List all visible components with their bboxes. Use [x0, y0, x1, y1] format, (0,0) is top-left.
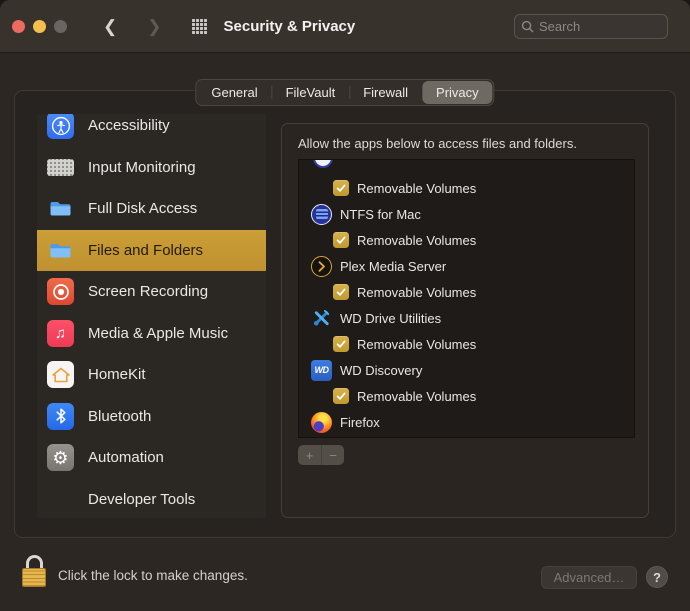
tab-privacy[interactable]: Privacy [422, 81, 493, 104]
app-row-wd-discovery[interactable]: WD WD Discovery [299, 357, 634, 383]
app-name: Plex Media Server [340, 258, 447, 274]
sidebar-item-label: Media & Apple Music [88, 324, 229, 342]
sidebar-item-files-and-folders[interactable]: Files and Folders [37, 229, 266, 271]
tab-filevault[interactable]: FileVault [271, 81, 350, 104]
search-icon [521, 20, 534, 33]
sidebar-item-input-monitoring[interactable]: Input Monitoring [37, 147, 266, 189]
app-name: Firefox [340, 414, 380, 430]
app-name: NTFS for Mac [340, 206, 421, 222]
app-row-ntfs-for-mac[interactable]: NTFS for Mac [299, 201, 634, 227]
folder-icon [47, 237, 74, 264]
wd-drive-utilities-icon [311, 308, 332, 329]
minimize-button[interactable] [33, 19, 46, 33]
permission-row: Removable Volumes [299, 383, 634, 409]
bluetooth-icon [47, 402, 74, 430]
app-name: WD Discovery [340, 362, 423, 378]
sidebar-item-label: Automation [88, 449, 164, 467]
zoom-button-disabled [54, 19, 67, 33]
add-remove-group: + − [298, 445, 344, 465]
add-app-button[interactable]: + [298, 445, 321, 465]
permission-checkbox[interactable] [333, 388, 349, 404]
search-input[interactable]: Search [514, 14, 668, 39]
help-button[interactable]: ? [646, 566, 668, 588]
permission-checkbox[interactable] [333, 180, 349, 196]
plex-icon [311, 255, 332, 277]
check-icon [336, 236, 346, 244]
tab-general[interactable]: General [197, 81, 271, 104]
lock-body [22, 568, 46, 587]
wd-discovery-icon: WD [311, 359, 332, 381]
sidebar-item-developer-tools[interactable]: Developer Tools [37, 479, 266, 519]
permission-row: Removable Volumes [299, 279, 634, 305]
accessibility-icon [47, 114, 74, 140]
window-title: Security & Privacy [223, 17, 356, 35]
sidebar-item-label: Developer Tools [88, 490, 196, 508]
titlebar: ❮ ❯ Security & Privacy Search [0, 0, 690, 53]
search-placeholder: Search [539, 19, 581, 34]
sidebar-item-bluetooth[interactable]: Bluetooth [37, 396, 266, 438]
files-folders-panel: Allow the apps below to access files and… [281, 123, 649, 518]
keyboard-icon [47, 154, 74, 181]
permission-label: Removable Volumes [357, 284, 477, 300]
sidebar-item-media-apple-music[interactable]: ♫ Media & Apple Music [37, 313, 266, 355]
show-all-grid-icon[interactable] [191, 19, 210, 34]
permission-label: Removable Volumes [357, 180, 477, 196]
home-icon [47, 361, 74, 389]
tab-firewall[interactable]: Firewall [349, 81, 422, 104]
sidebar-item-automation[interactable]: ⚙ Automation [37, 437, 266, 479]
permission-row: Removable Volumes [299, 227, 634, 253]
clipped-app-icon [313, 160, 333, 168]
app-row-wd-drive-utilities[interactable]: WD Drive Utilities [299, 305, 634, 331]
check-icon [336, 392, 346, 400]
music-note-icon: ♫ [47, 319, 74, 347]
folder-icon [47, 195, 74, 222]
permission-row: Removable Volumes [299, 331, 634, 357]
app-name: WD Drive Utilities [340, 310, 442, 326]
permission-label: Removable Volumes [357, 336, 477, 352]
gear-icon: ⚙ [47, 444, 74, 472]
ntfs-disk-icon [311, 203, 332, 225]
permission-row: Removable Volumes [299, 175, 634, 201]
forward-button: ❯ [147, 16, 162, 36]
app-row-firefox[interactable]: Firefox [299, 409, 634, 435]
tab-bar: General FileVault Firewall Privacy [195, 79, 495, 106]
sidebar-item-label: Files and Folders [88, 241, 204, 259]
sidebar-item-screen-recording[interactable]: Screen Recording [37, 271, 266, 313]
remove-app-button[interactable]: − [321, 445, 344, 465]
close-button[interactable] [12, 19, 25, 33]
check-icon [336, 340, 346, 348]
clipped-app-row [299, 160, 634, 175]
sidebar-item-label: Screen Recording [88, 283, 209, 301]
screen-recording-icon [47, 278, 74, 306]
back-button[interactable]: ❮ [95, 14, 125, 39]
sidebar-item-label: Full Disk Access [88, 200, 198, 218]
sidebar-item-homekit[interactable]: HomeKit [37, 354, 266, 396]
permission-label: Removable Volumes [357, 232, 477, 248]
permission-checkbox[interactable] [333, 336, 349, 352]
permission-checkbox[interactable] [333, 284, 349, 300]
lock-hint-text: Click the lock to make changes. [58, 568, 248, 583]
panel-header: Allow the apps below to access files and… [298, 136, 577, 151]
sidebar-item-label: Bluetooth [88, 407, 152, 425]
sidebar-item-label: Input Monitoring [88, 158, 196, 176]
content-box: Accessibility Input Monitoring Full Disk… [14, 90, 676, 538]
permission-label: Removable Volumes [357, 388, 477, 404]
advanced-button[interactable]: Advanced… [541, 566, 637, 589]
app-permission-list[interactable]: Removable Volumes NTFS for Mac Removable… [298, 159, 635, 438]
sidebar-item-full-disk-access[interactable]: Full Disk Access [37, 188, 266, 230]
sidebar-item-label: HomeKit [88, 366, 146, 384]
privacy-sidebar: Accessibility Input Monitoring Full Disk… [37, 114, 266, 518]
permission-checkbox[interactable] [333, 232, 349, 248]
sidebar-item-accessibility[interactable]: Accessibility [37, 114, 266, 147]
traffic-lights [12, 19, 67, 33]
check-icon [336, 288, 346, 296]
lock-icon[interactable] [22, 555, 46, 590]
check-icon [336, 184, 346, 192]
footer: Click the lock to make changes. Advanced… [0, 537, 690, 611]
app-row-plex-media-server[interactable]: Plex Media Server [299, 253, 634, 279]
security-privacy-window: ❮ ❯ Security & Privacy Search General Fil… [0, 0, 690, 611]
firefox-icon [311, 411, 332, 433]
sidebar-item-label: Accessibility [88, 117, 170, 135]
